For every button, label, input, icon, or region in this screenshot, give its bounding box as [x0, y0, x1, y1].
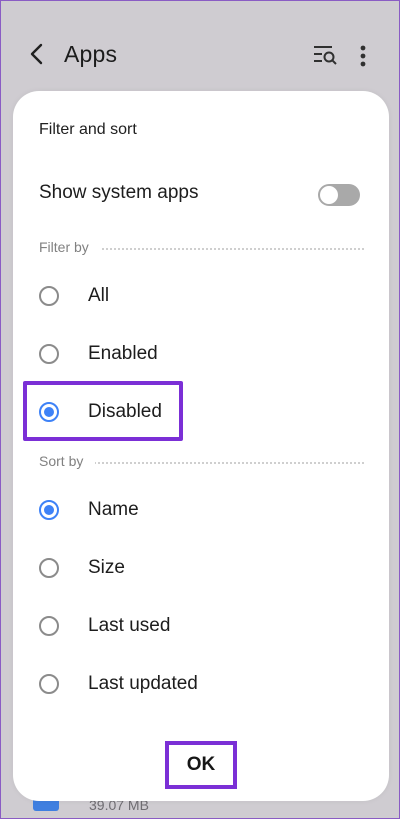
radio-button[interactable] — [39, 616, 59, 636]
filter-option-enabled[interactable]: Enabled — [13, 329, 389, 381]
sort-option-label: Name — [88, 499, 139, 520]
radio-button[interactable] — [39, 286, 59, 306]
radio-button[interactable] — [39, 674, 59, 694]
sort-option-label: Last used — [88, 615, 171, 636]
show-system-apps-toggle[interactable] — [318, 184, 360, 206]
page-title: Apps — [64, 41, 118, 67]
sort-by-label: Sort by — [39, 453, 96, 469]
filter-option-all[interactable]: All — [13, 271, 389, 323]
radio-button[interactable] — [39, 344, 59, 364]
sort-option-last-used[interactable]: Last used — [13, 601, 389, 653]
back-icon[interactable] — [27, 43, 49, 65]
sort-by-section: Sort by — [39, 453, 364, 473]
filter-option-label: All — [88, 285, 110, 306]
show-system-apps-row[interactable]: Show system apps — [13, 168, 389, 220]
search-list-icon[interactable] — [312, 43, 338, 67]
radio-button-selected[interactable] — [39, 500, 59, 520]
sort-option-label: Last updated — [88, 673, 198, 694]
filter-sort-dialog: Filter and sort Show system apps Filter … — [13, 91, 389, 801]
ok-button[interactable]: OK — [165, 741, 237, 789]
more-options-icon[interactable] — [356, 43, 370, 69]
filter-by-label: Filter by — [39, 239, 101, 255]
toggle-knob — [319, 185, 339, 205]
screen-backdrop: Apps 39.07 MB Filter and sort Show syste… — [0, 0, 400, 819]
sort-option-size[interactable]: Size — [13, 543, 389, 595]
highlight-box — [23, 381, 183, 441]
filter-by-section: Filter by — [39, 239, 364, 259]
app-bar: Apps — [1, 23, 400, 87]
filter-option-label: Enabled — [88, 343, 158, 364]
sort-option-last-updated[interactable]: Last updated — [13, 659, 389, 711]
dialog-title: Filter and sort — [39, 121, 137, 138]
radio-button[interactable] — [39, 558, 59, 578]
show-system-apps-label: Show system apps — [39, 182, 199, 203]
sort-option-label: Size — [88, 557, 125, 578]
sort-option-name[interactable]: Name — [13, 485, 389, 537]
